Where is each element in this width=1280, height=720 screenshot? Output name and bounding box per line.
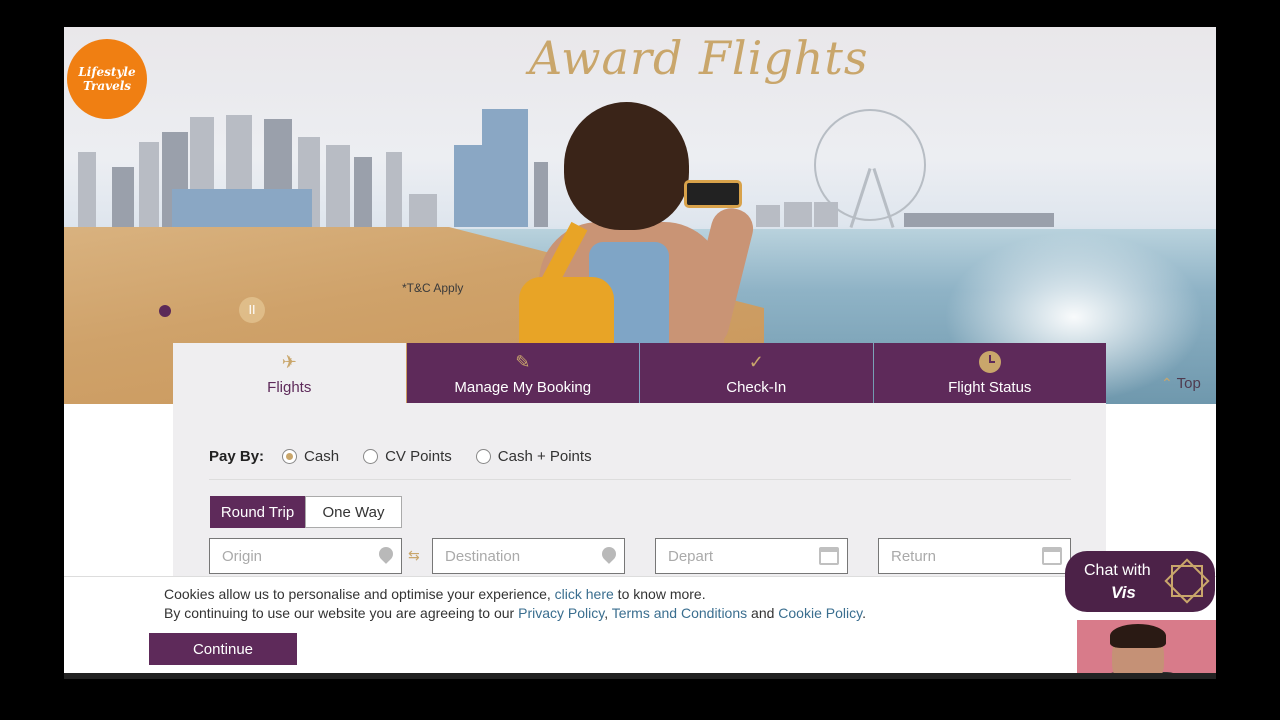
destination-input[interactable]: Destination xyxy=(432,538,625,574)
award-flights-title: Award Flights xyxy=(529,31,869,85)
cookie-banner: Cookies allow us to personalise and opti… xyxy=(64,576,1216,678)
chevron-up-icon: ⌃ xyxy=(1161,375,1173,391)
tab-flight-status[interactable]: Flight Status xyxy=(873,343,1106,403)
edit-icon: ✎ xyxy=(515,351,531,372)
lifestyle-travels-logo[interactable]: Lifestyle Travels xyxy=(67,39,147,119)
cookie-text-line1: Cookies allow us to personalise and opti… xyxy=(164,586,706,602)
tab-manage-my-booking[interactable]: ✎ Manage My Booking xyxy=(406,343,639,403)
calendar-icon xyxy=(819,547,839,565)
cookie-policy-link[interactable]: Cookie Policy xyxy=(778,605,862,621)
continue-button[interactable]: Continue xyxy=(149,633,297,665)
pay-by-group: Pay By: Cash CV Points Cash + Points xyxy=(209,448,616,465)
clock-icon xyxy=(978,351,1001,373)
pay-by-label: Pay By: xyxy=(209,448,265,465)
round-trip-button[interactable]: Round Trip xyxy=(210,496,305,528)
webcam-overlay xyxy=(1077,620,1216,679)
plane-icon: ✈ xyxy=(281,351,297,372)
origin-input[interactable]: Origin xyxy=(209,538,402,574)
depart-date-input[interactable]: Depart xyxy=(655,538,848,574)
tc-apply-note: *T&C Apply xyxy=(402,281,464,295)
location-pin-icon xyxy=(379,547,393,565)
pay-cv-points-radio[interactable]: CV Points xyxy=(363,448,452,465)
click-here-link[interactable]: click here xyxy=(555,586,614,602)
pause-icon: II xyxy=(248,303,256,317)
cookie-text-line2: By continuing to use our website you are… xyxy=(164,605,866,621)
person-check-icon: ✓ xyxy=(748,351,764,372)
terms-conditions-link[interactable]: Terms and Conditions xyxy=(612,605,747,621)
booking-tabs: ✈ Flights ✎ Manage My Booking ✓ Check-In… xyxy=(173,343,1106,403)
trip-type-toggle: Round Trip One Way xyxy=(210,496,402,528)
calendar-icon xyxy=(1042,547,1062,565)
phone-in-photo xyxy=(684,180,742,208)
chat-with-vis-button[interactable]: Chat with Vis xyxy=(1065,551,1215,612)
ferris-wheel xyxy=(814,109,926,221)
one-way-button[interactable]: One Way xyxy=(305,496,402,528)
carousel-dot-active[interactable] xyxy=(159,305,171,317)
tab-check-in[interactable]: ✓ Check-In xyxy=(640,343,873,403)
back-to-top-link[interactable]: ⌃ Top xyxy=(1161,375,1201,392)
browser-viewport: Lifestyle Travels Award Flights *T&C App… xyxy=(64,27,1216,678)
location-pin-icon xyxy=(602,547,616,565)
pay-cash-points-radio[interactable]: Cash + Points xyxy=(475,448,592,465)
privacy-policy-link[interactable]: Privacy Policy xyxy=(518,605,604,621)
swap-icon[interactable]: ⇆ xyxy=(408,548,420,564)
pay-cash-radio[interactable]: Cash xyxy=(282,448,339,465)
tab-flights[interactable]: ✈ Flights xyxy=(173,343,406,403)
carousel-pause-button[interactable]: II xyxy=(239,297,265,323)
divider xyxy=(209,479,1071,480)
return-date-input[interactable]: Return xyxy=(878,538,1071,574)
